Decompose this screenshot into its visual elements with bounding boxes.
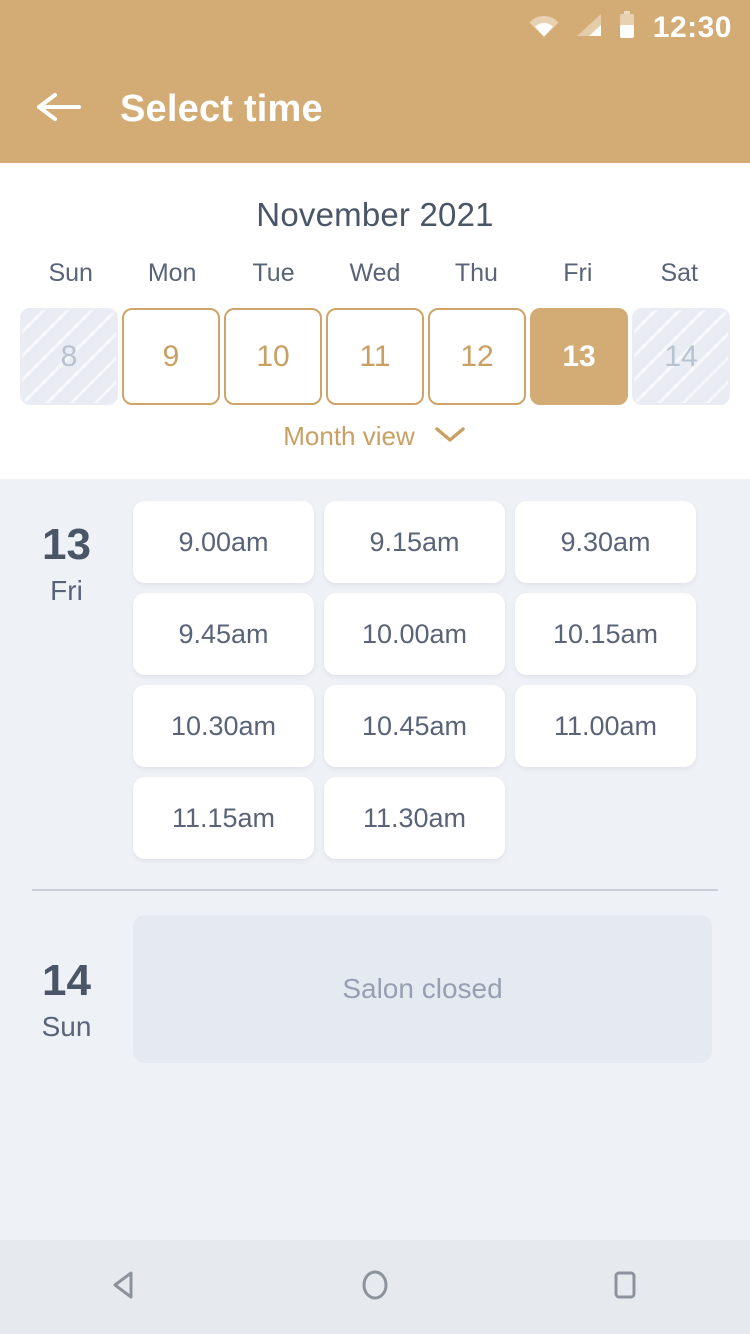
calendar-day-cell[interactable]: 10 — [224, 308, 322, 405]
back-button[interactable] — [18, 67, 102, 151]
status-bar: 12:30 — [0, 0, 750, 55]
wifi-icon — [529, 13, 559, 42]
android-nav-bar — [0, 1240, 750, 1334]
time-slot[interactable]: 11.00am — [515, 685, 696, 767]
nav-home-button[interactable] — [315, 1240, 435, 1334]
schedule-day-of-week: Fri — [50, 575, 83, 606]
time-slot[interactable]: 9.30am — [515, 501, 696, 583]
phone-screen: 12:30 Select time November 2021 Sun Mon … — [0, 0, 750, 1334]
battery-icon — [619, 11, 635, 44]
schedule-day-label: 13 Fri — [0, 479, 133, 859]
weekday-label: Fri — [563, 259, 593, 287]
month-view-toggle[interactable]: Month view — [0, 421, 750, 452]
nav-back-button[interactable] — [65, 1240, 185, 1334]
calendar-day-cell-selected[interactable]: 13 — [530, 308, 628, 405]
schedule-day-group: 13 Fri 9.00am 9.15am 9.30am 9.45am 10.00… — [0, 479, 750, 859]
weekday-label: Sun — [48, 259, 93, 287]
calendar-panel: November 2021 Sun Mon Tue Wed Thu Fri Sa… — [0, 163, 750, 479]
calendar-day-cell: 14 — [632, 308, 730, 405]
calendar-month-title: November 2021 — [256, 196, 494, 233]
calendar-days-row: 8 9 10 11 12 13 14 — [0, 308, 750, 405]
status-bar-time: 12:30 — [652, 10, 732, 44]
time-slot[interactable]: 9.00am — [133, 501, 314, 583]
weekday-label: Sat — [660, 259, 698, 287]
time-slot[interactable]: 10.45am — [324, 685, 505, 767]
salon-closed-card: Salon closed — [133, 915, 712, 1063]
schedule-day-number: 13 — [42, 520, 91, 569]
nav-back-icon — [105, 1265, 145, 1310]
calendar-weekday-row: Sun Mon Tue Wed Thu Fri Sat — [0, 259, 750, 288]
section-divider — [32, 889, 718, 891]
time-slot[interactable]: 11.15am — [133, 777, 314, 859]
calendar-day-cell[interactable]: 12 — [428, 308, 526, 405]
app-bar: Select time — [0, 55, 750, 163]
month-view-label: Month view — [283, 421, 415, 451]
schedule-area: 13 Fri 9.00am 9.15am 9.30am 9.45am 10.00… — [0, 479, 750, 1240]
schedule-day-group: 14 Sun Salon closed — [0, 915, 750, 1063]
calendar-day-cell[interactable]: 9 — [122, 308, 220, 405]
weekday-label: Wed — [349, 259, 401, 287]
schedule-day-of-week: Sun — [41, 1011, 92, 1042]
page-title: Select time — [120, 87, 323, 130]
time-slot[interactable]: 10.00am — [324, 593, 505, 675]
time-slot[interactable]: 11.30am — [324, 777, 505, 859]
weekday-label: Tue — [252, 259, 295, 287]
arrow-left-icon — [33, 87, 87, 132]
time-slot[interactable]: 9.15am — [324, 501, 505, 583]
nav-recents-button[interactable] — [565, 1240, 685, 1334]
time-slot[interactable]: 9.45am — [133, 593, 314, 675]
status-icons — [529, 11, 635, 44]
calendar-day-cell: 8 — [20, 308, 118, 405]
nav-recents-icon — [605, 1265, 645, 1310]
schedule-day-number: 14 — [42, 956, 91, 1005]
weekday-label: Thu — [454, 259, 498, 287]
time-slot[interactable]: 10.30am — [133, 685, 314, 767]
nav-home-icon — [355, 1265, 395, 1310]
chevron-down-icon — [433, 424, 467, 449]
schedule-day-label: 14 Sun — [0, 915, 133, 1063]
time-slot-grid: 9.00am 9.15am 9.30am 9.45am 10.00am 10.1… — [133, 479, 750, 859]
signal-icon — [575, 13, 603, 42]
time-slot[interactable]: 10.15am — [515, 593, 696, 675]
weekday-label: Mon — [147, 259, 197, 287]
calendar-day-cell[interactable]: 11 — [326, 308, 424, 405]
